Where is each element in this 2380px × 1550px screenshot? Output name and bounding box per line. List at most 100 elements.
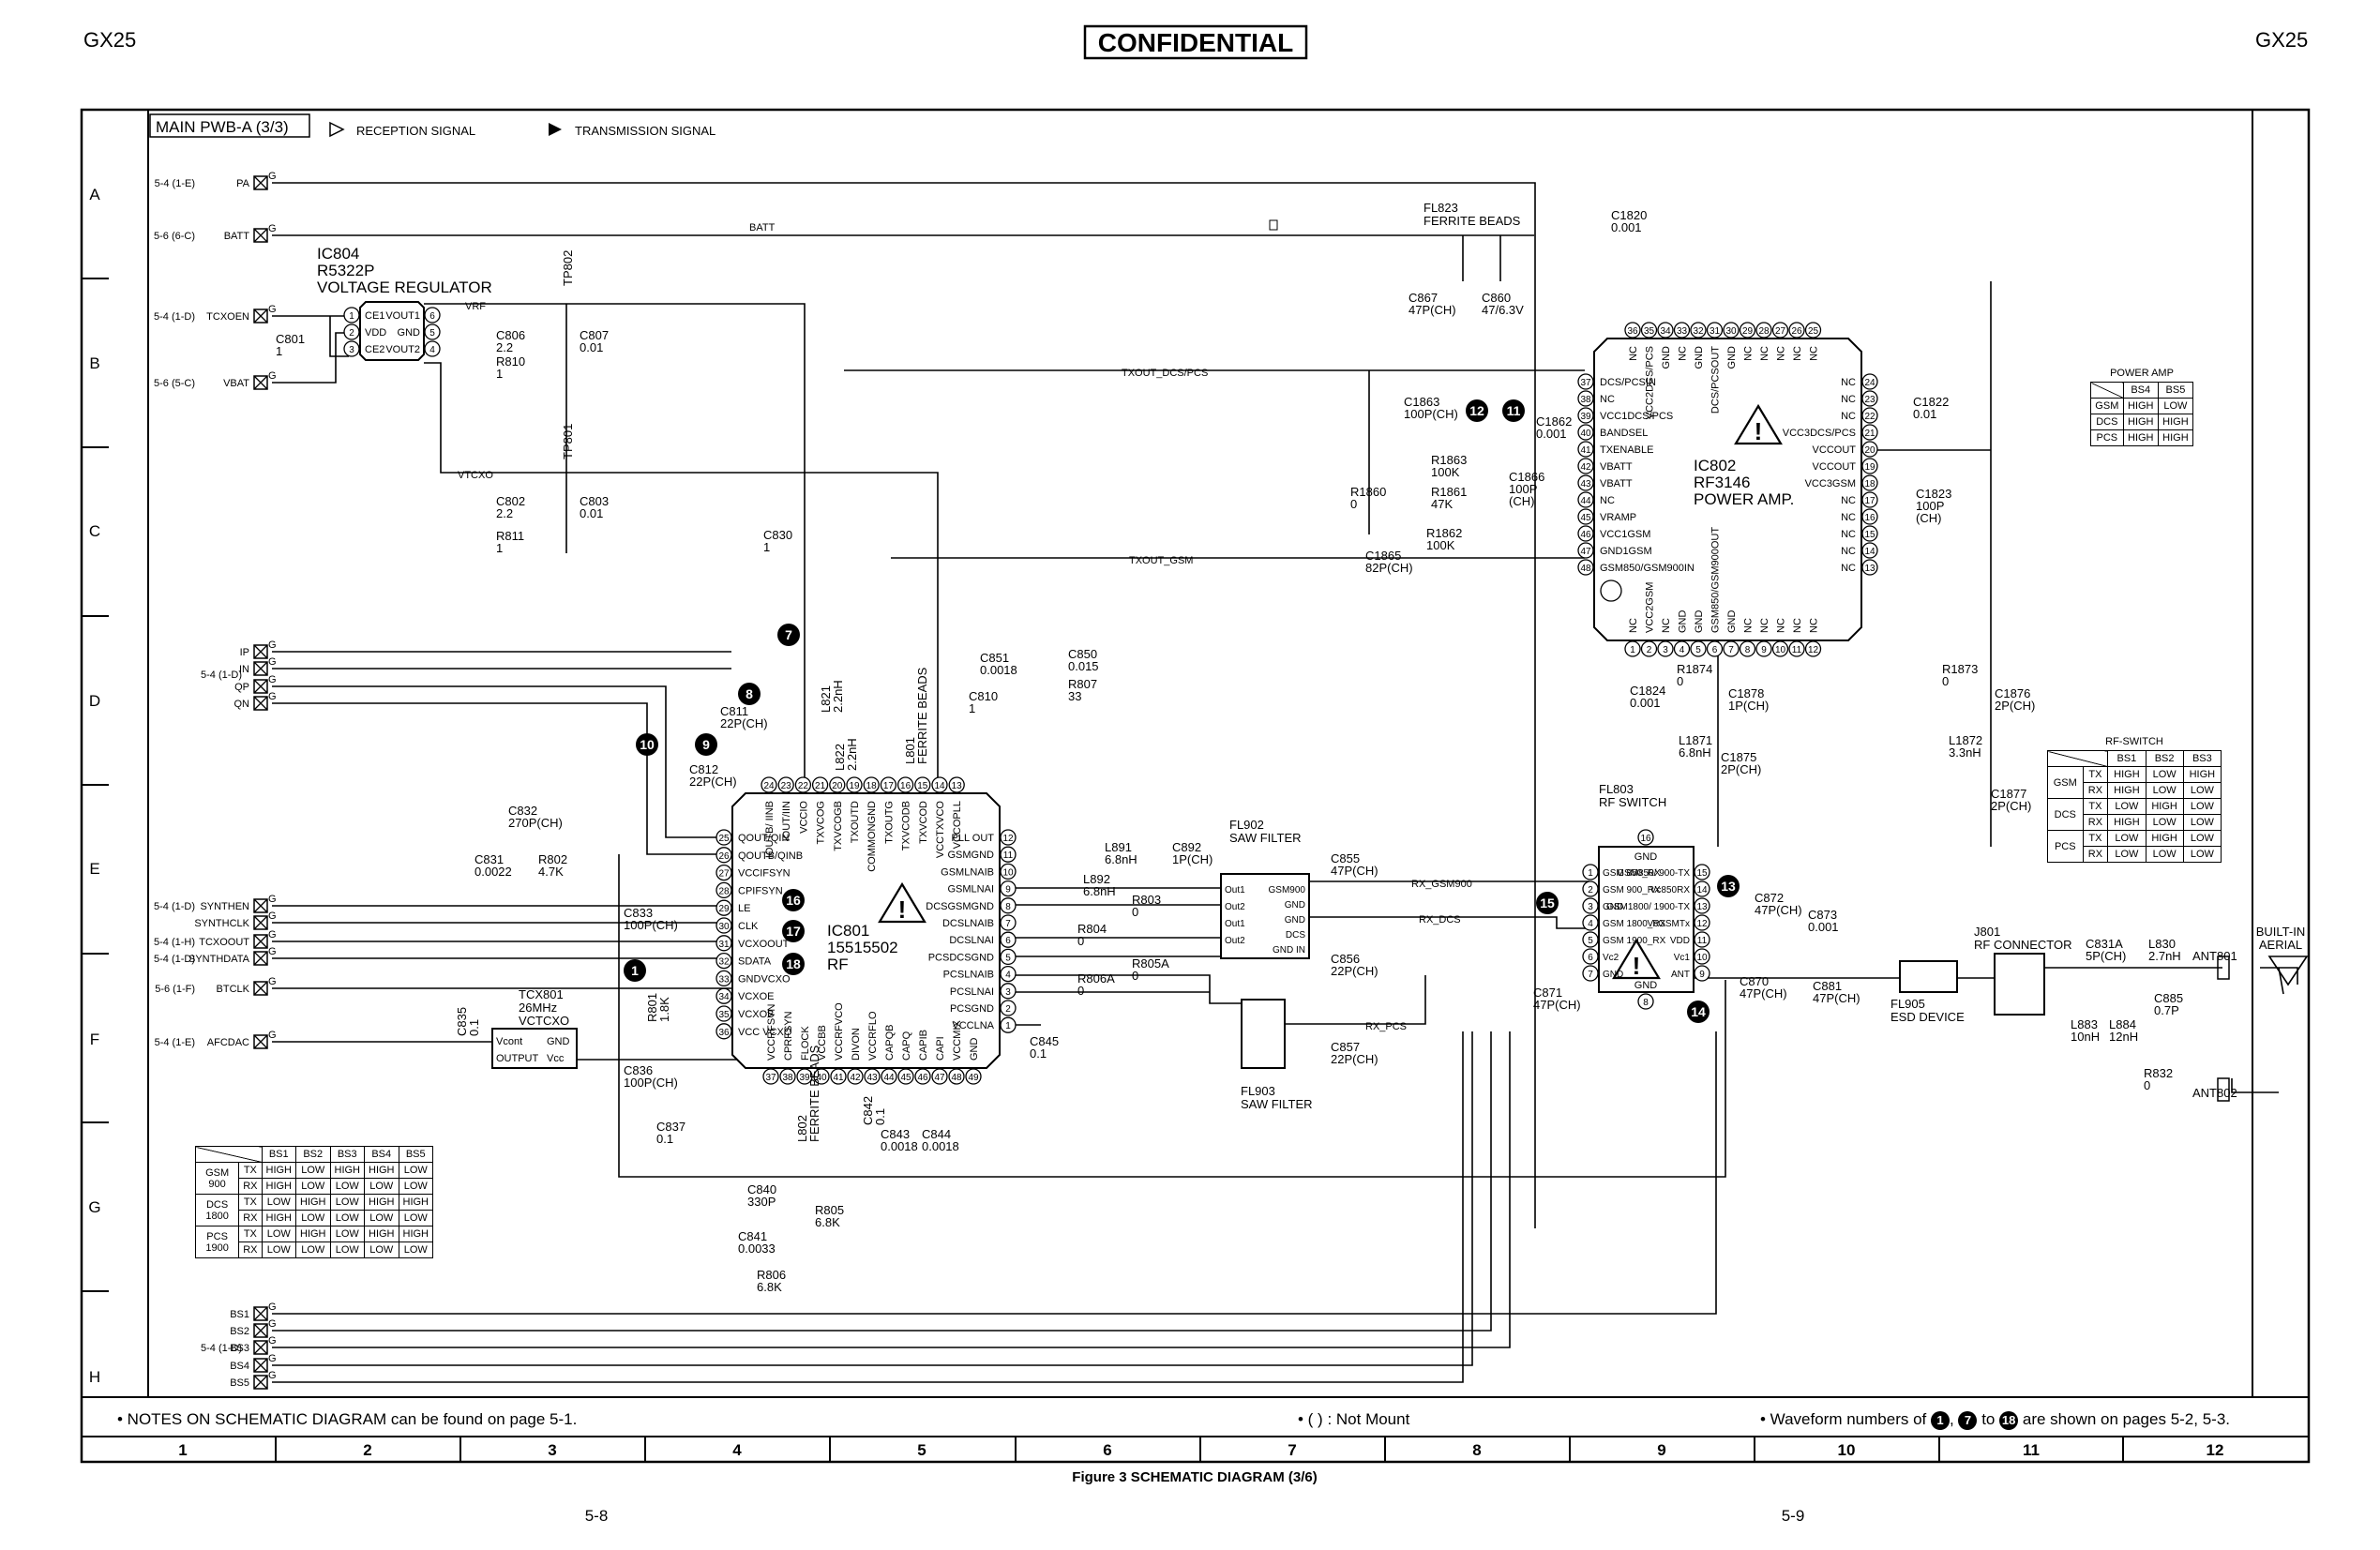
table-cell: LOW (261, 1242, 296, 1258)
net-txout-gsm: TXOUT_GSM (1129, 555, 1193, 566)
table-cell: HIGH (2122, 414, 2159, 430)
ic802-part: RF3146 (1694, 474, 1750, 491)
pin-number: 18 (866, 781, 878, 791)
row-label: D (89, 692, 100, 710)
pin-number: 12 (1696, 919, 1708, 929)
connector-cross (253, 375, 268, 390)
table-cell: PCS (2047, 830, 2084, 863)
pin-label: DCS (1286, 930, 1305, 941)
pin-label: DCSLNAIB (942, 918, 994, 929)
pin-label: VOUT1 (385, 310, 420, 322)
connector-cross (253, 228, 268, 243)
row-label: H (89, 1368, 100, 1386)
ic801-ref: IC801 (827, 922, 869, 940)
pin-number: 2 (349, 328, 354, 339)
pin-label: NC (1628, 346, 1639, 361)
table-cell: HIGH (2157, 414, 2194, 430)
connector-cross (253, 308, 268, 324)
connector-name: QN (234, 699, 250, 710)
table-cell: HIGH (2145, 798, 2184, 815)
pin-number: 25 (718, 834, 730, 844)
pin-label: VCCTXVCO (935, 801, 946, 859)
ic801-desc: RF (827, 956, 849, 973)
net-rx-dcs: RX_DCS (1419, 914, 1461, 925)
row-label: C (89, 522, 100, 540)
pin-label: VCXOOUT (738, 939, 790, 950)
table-cell: LOW (2145, 782, 2184, 799)
net-txout-dcs-pcs: TXOUT_DCS/PCS (1122, 368, 1208, 379)
pin-number: 33 (1677, 326, 1688, 337)
pin-number: 49 (968, 1073, 979, 1083)
ic801-part: 15515502 (827, 939, 898, 956)
table-cell: LOW (2145, 846, 2184, 863)
pin-label: PCSLNAIB (943, 970, 994, 981)
pin-label: DCSGSMGND (926, 901, 994, 912)
pin-label: GND1GSM (1600, 546, 1652, 557)
pin-label: DCS/PCSIN (1600, 377, 1656, 388)
part-label-l822: 2.2nH (845, 738, 859, 771)
table-cell: BS1 (261, 1146, 296, 1163)
pin-label: VCCOUT (1813, 444, 1857, 456)
pin-label: TXVCOGB (833, 801, 844, 851)
pin-number: 5 (429, 328, 435, 339)
connector-name: BS2 (230, 1326, 249, 1337)
pin-label: GNDVCXO (738, 973, 791, 985)
column-label: 9 (1657, 1441, 1665, 1459)
pin-number: 27 (718, 869, 730, 880)
table-row: PCS TX LOW HIGH LOW (2047, 830, 2222, 863)
pin-number: 35 (1644, 326, 1655, 337)
pin-label: VCC3GSM (1805, 478, 1856, 489)
power-amp-table-title: POWER AMP (2110, 368, 2174, 379)
pin-number: 7 (1005, 919, 1011, 929)
aerial-label-2: AERIAL (2259, 938, 2302, 952)
pin-label: CAPQB (884, 1024, 896, 1061)
pin-label: GSMGND (948, 850, 995, 861)
pin-label: Vc850RX (1650, 885, 1691, 895)
waveform-marker-number: 7 (785, 627, 792, 642)
connector-ref: 5-4 (1-E) (155, 1037, 195, 1048)
part-label-c842: 0.1 (873, 1108, 887, 1125)
pin-number: 6 (1588, 953, 1593, 963)
pin-number: 8 (1745, 645, 1751, 655)
table-row: PCS 1900 TX LOW HIGH LOW HIGH HIGH (194, 1226, 433, 1258)
connector-name: VBAT (223, 378, 249, 389)
pin-label: VCCIFSYN (738, 868, 791, 880)
j801-body (1994, 953, 2045, 1016)
pin-number: 3 (1005, 987, 1011, 998)
part-label-tp802: TP802 (561, 250, 575, 286)
connector-cross (253, 915, 268, 930)
pin-number: 19 (849, 781, 860, 791)
part-label-c803: 0.01 (580, 506, 603, 520)
part-label-l801: FERRITE BEADS (915, 667, 929, 764)
table-cell: LOW (398, 1242, 433, 1258)
pin-label: GND (398, 327, 421, 339)
pin-number: 6 (429, 311, 435, 322)
connector-ref: 5-6 (6-C) (154, 231, 195, 242)
waveform-marker-18: 18 (1999, 1410, 2019, 1430)
table-cell: LOW (2145, 766, 2184, 783)
connector-cross (253, 1375, 268, 1390)
note-schematic: • NOTES ON SCHEMATIC DIAGRAM can be foun… (117, 1410, 578, 1428)
table-cell: GSM (2047, 766, 2084, 799)
note-waveform-post: are shown on pages 5-2, 5-3. (2022, 1410, 2231, 1428)
part-label-c1863: 100P(CH) (1404, 407, 1458, 421)
part-label-c855: 47P(CH) (1331, 864, 1378, 878)
table-cell: PCS 1900 (194, 1226, 240, 1258)
rf-switch-table-title: RF-SWITCH (2105, 736, 2163, 747)
fl803: 168GNDGND1 GSM 850_RX2 GSM 900_RX3 GND4 GSM … (1582, 829, 1710, 1010)
pin-number: 42 (850, 1073, 861, 1083)
table-cell: DCS (2047, 798, 2084, 831)
connector-name: IP (240, 647, 249, 658)
transmission-arrow-icon (549, 123, 562, 136)
part-label-c1865: 82P(CH) (1365, 561, 1413, 575)
pin-label: NC (1841, 394, 1856, 405)
pin-label: VCC1GSM (1600, 529, 1650, 540)
table-cell: HIGH (2145, 830, 2184, 847)
pin-label: QOUTB/QINB (738, 850, 803, 862)
pin-number: 48 (951, 1073, 962, 1083)
column-label: 7 (1288, 1441, 1296, 1459)
part-label-c843: 0.0018 (881, 1139, 918, 1153)
part-label-r1860: 0 (1350, 497, 1357, 511)
connector-cross (253, 1358, 268, 1373)
pin-number: 17 (883, 781, 895, 791)
